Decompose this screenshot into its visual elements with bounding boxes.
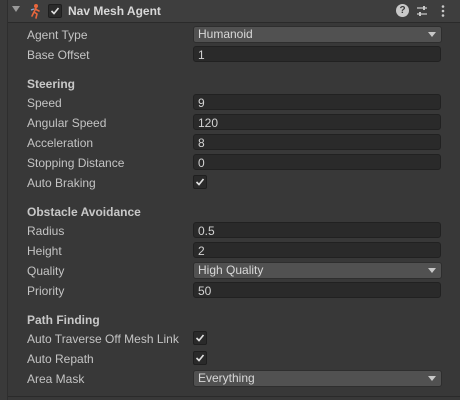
angular-speed-row: Angular Speed 120 xyxy=(8,113,460,133)
stopping-distance-label: Stopping Distance xyxy=(27,156,125,170)
quality-value: High Quality xyxy=(198,263,264,277)
stopping-distance-field[interactable]: 0 xyxy=(193,154,441,170)
acceleration-field[interactable]: 8 xyxy=(193,134,441,150)
area-mask-row: Area Mask Everything xyxy=(8,369,460,389)
auto-braking-label: Auto Braking xyxy=(27,176,96,190)
agent-type-label: Agent Type xyxy=(27,28,88,42)
left-gutter xyxy=(0,0,8,400)
area-mask-dropdown[interactable]: Everything xyxy=(193,370,442,387)
quality-label: Quality xyxy=(27,264,65,278)
radius-row: Radius 0.5 xyxy=(8,221,460,241)
auto-repath-label: Auto Repath xyxy=(27,352,94,366)
angular-speed-label: Angular Speed xyxy=(27,116,107,130)
height-field[interactable]: 2 xyxy=(193,242,441,258)
priority-label: Priority xyxy=(27,284,65,298)
acceleration-row: Acceleration 8 xyxy=(8,133,460,153)
component-divider xyxy=(8,396,460,397)
auto-braking-row: Auto Braking xyxy=(8,173,460,193)
angular-speed-field[interactable]: 120 xyxy=(193,114,441,130)
chevron-down-icon xyxy=(428,376,436,381)
stopping-distance-row: Stopping Distance 0 xyxy=(8,153,460,173)
area-mask-label: Area Mask xyxy=(27,372,85,386)
auto-braking-checkbox[interactable] xyxy=(193,175,207,189)
presets-icon[interactable] xyxy=(415,4,429,18)
auto-repath-row: Auto Repath xyxy=(8,349,460,369)
quality-dropdown[interactable]: High Quality xyxy=(193,262,442,279)
height-row: Height 2 xyxy=(8,241,460,261)
area-mask-value: Everything xyxy=(198,371,255,385)
obstacle-avoidance-header: Obstacle Avoidance xyxy=(27,205,141,219)
agent-type-value: Humanoid xyxy=(198,27,253,41)
base-offset-label: Base Offset xyxy=(27,48,90,62)
speed-row: Speed 9 xyxy=(8,93,460,113)
auto-traverse-checkbox[interactable] xyxy=(193,331,207,345)
component-enabled-checkbox[interactable] xyxy=(48,4,62,18)
radius-label: Radius xyxy=(27,224,65,238)
priority-field[interactable]: 50 xyxy=(193,282,441,298)
foldout-arrow-icon[interactable] xyxy=(12,6,20,12)
auto-repath-checkbox[interactable] xyxy=(193,351,207,365)
chevron-down-icon xyxy=(428,268,436,273)
navmesh-agent-icon xyxy=(28,3,44,19)
base-offset-field[interactable]: 1 xyxy=(193,46,441,62)
help-icon[interactable]: ? xyxy=(396,4,410,18)
acceleration-label: Acceleration xyxy=(27,136,94,150)
component-header[interactable]: Nav Mesh Agent ? xyxy=(8,0,460,23)
component-title: Nav Mesh Agent xyxy=(68,4,161,18)
quality-row: Quality High Quality xyxy=(8,261,460,281)
priority-row: Priority 50 xyxy=(8,281,460,301)
path-finding-header: Path Finding xyxy=(27,313,100,327)
base-offset-row: Base Offset 1 xyxy=(8,45,460,65)
chevron-down-icon xyxy=(428,32,436,37)
speed-label: Speed xyxy=(27,96,62,110)
radius-field[interactable]: 0.5 xyxy=(193,222,441,238)
auto-traverse-row: Auto Traverse Off Mesh Link xyxy=(8,329,460,349)
auto-traverse-label: Auto Traverse Off Mesh Link xyxy=(27,332,179,346)
speed-field[interactable]: 9 xyxy=(193,94,441,110)
agent-type-row: Agent Type Humanoid xyxy=(8,25,460,45)
kebab-menu-icon[interactable] xyxy=(436,4,450,18)
height-label: Height xyxy=(27,244,62,258)
steering-header: Steering xyxy=(27,77,76,91)
inspector-component-panel: Nav Mesh Agent ? Agent Type Humanoid Bas… xyxy=(8,0,460,400)
agent-type-dropdown[interactable]: Humanoid xyxy=(193,26,442,43)
